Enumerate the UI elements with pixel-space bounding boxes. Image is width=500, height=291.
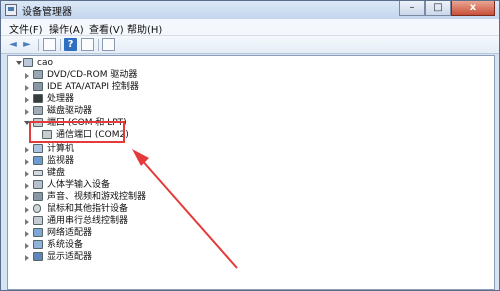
- annotation-arrow-icon: [132, 149, 238, 269]
